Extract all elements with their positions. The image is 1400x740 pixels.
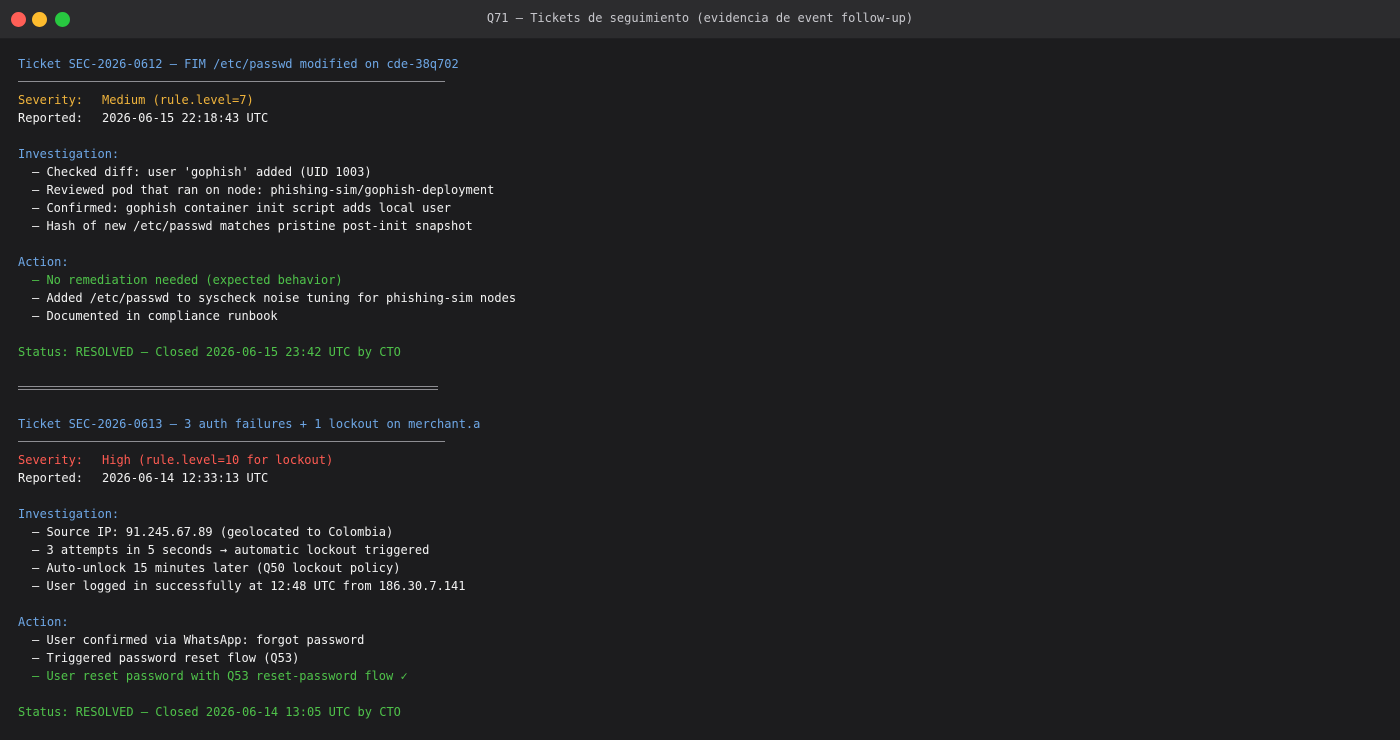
action-item: – No remediation needed (expected behavi…: [32, 273, 343, 287]
reported-line: Reported: 2026-06-15 22:18:43 UTC: [18, 109, 1400, 127]
investigation-item: – Source IP: 91.245.67.89 (geolocated to…: [32, 525, 394, 539]
status-line: Status: RESOLVED — Closed 2026-06-14 13:…: [18, 705, 401, 719]
reported-label: Reported:: [18, 471, 84, 485]
severity-value: Medium (rule.level=7): [102, 93, 254, 107]
investigation-item: – Hash of new /etc/passwd matches pristi…: [32, 219, 473, 233]
ticket-header: Ticket SEC-2026-0612 — FIM /etc/passwd m…: [18, 57, 459, 71]
window-title: Q71 — Tickets de seguimiento (evidencia …: [486, 11, 914, 25]
severity-line: Severity: Medium (rule.level=7): [18, 91, 1400, 109]
reported-label: Reported:: [18, 111, 84, 125]
severity-label: Severity:: [18, 453, 84, 467]
investigation-heading: Investigation:: [18, 507, 120, 521]
investigation-item: – 3 attempts in 5 seconds → automatic lo…: [32, 543, 430, 557]
investigation-heading: Investigation:: [18, 147, 120, 161]
action-heading: Action:: [18, 255, 69, 269]
investigation-item: – Checked diff: user 'gophish' added (UI…: [32, 165, 372, 179]
investigation-item: – Reviewed pod that ran on node: phishin…: [32, 183, 495, 197]
ticket-separator: [18, 379, 1400, 397]
terminal-output[interactable]: Ticket SEC-2026-0612 — FIM /etc/passwd m…: [18, 55, 1400, 740]
ticket-header: Ticket SEC-2026-0613 — 3 auth failures +…: [18, 417, 481, 431]
severity-label: Severity:: [18, 93, 84, 107]
investigation-item: – User logged in successfully at 12:48 U…: [32, 579, 466, 593]
action-item: – Triggered password reset flow (Q53): [32, 651, 300, 665]
severity-value: High (rule.level=10 for lockout): [102, 453, 334, 467]
divider: [18, 433, 1400, 451]
divider: [18, 73, 1400, 91]
reported-line: Reported: 2026-06-14 12:33:13 UTC: [18, 469, 1400, 487]
action-item: – Documented in compliance runbook: [32, 309, 278, 323]
action-item: – Added /etc/passwd to syscheck noise tu…: [32, 291, 517, 305]
investigation-item: – Confirmed: gophish container init scri…: [32, 201, 452, 215]
action-item: – User confirmed via WhatsApp: forgot pa…: [32, 633, 365, 647]
investigation-item: – Auto-unlock 15 minutes later (Q50 lock…: [32, 561, 401, 575]
severity-line: Severity: High (rule.level=10 for lockout…: [18, 451, 1400, 469]
terminal-window: Q71 — Tickets de seguimiento (evidencia …: [0, 0, 1400, 740]
title-bar: Q71 — Tickets de seguimiento (evidencia …: [0, 0, 1400, 39]
status-line: Status: RESOLVED — Closed 2026-06-15 23:…: [18, 345, 401, 359]
reported-value: 2026-06-15 22:18:43 UTC: [102, 111, 269, 125]
reported-value: 2026-06-14 12:33:13 UTC: [102, 471, 269, 485]
action-item: – User reset password with Q53 reset-pas…: [32, 669, 408, 683]
action-heading: Action:: [18, 615, 69, 629]
